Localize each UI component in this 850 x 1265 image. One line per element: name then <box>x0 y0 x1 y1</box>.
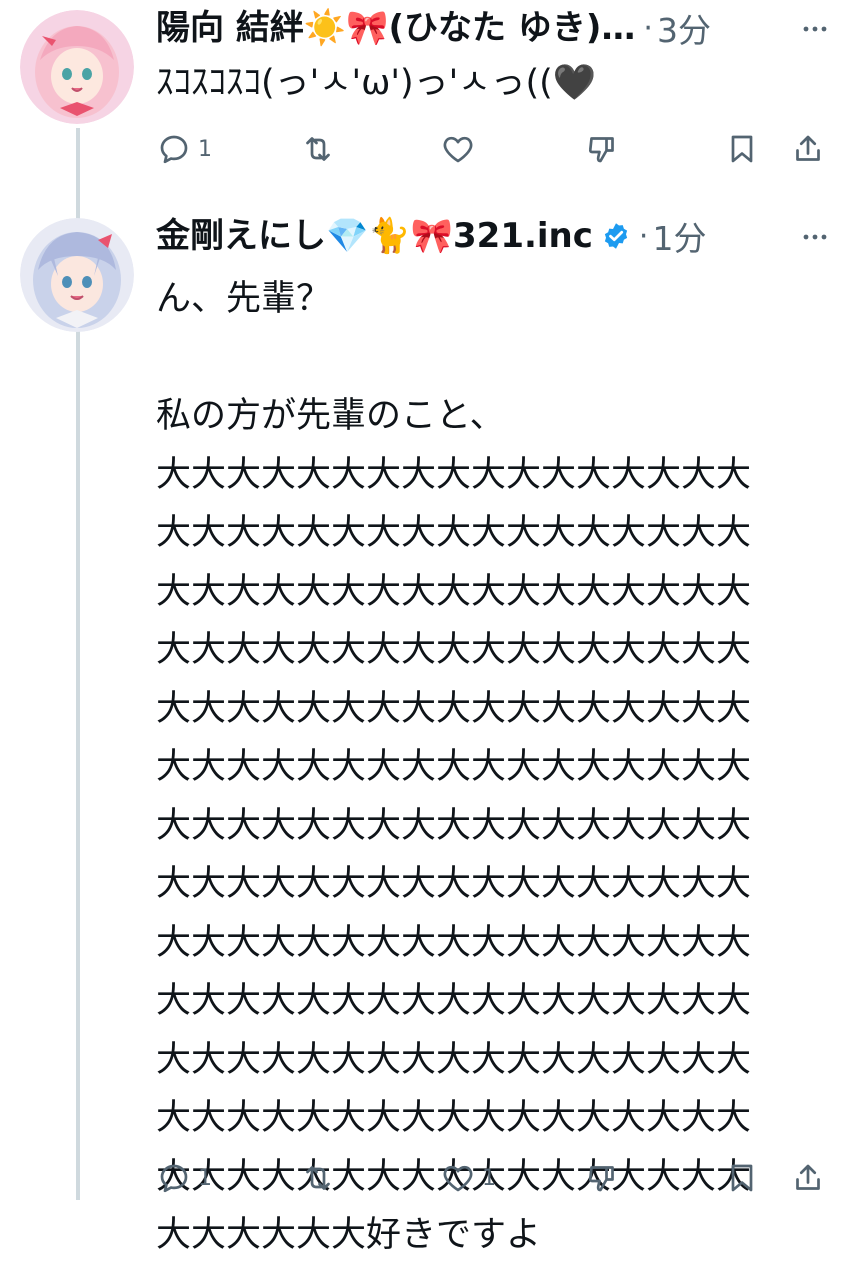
action-bar: 1 <box>156 124 830 174</box>
reply-count: 1 <box>198 136 212 162</box>
share-button[interactable] <box>790 124 826 174</box>
author-name[interactable]: 陽向 結絆☀️🎀(ひなた ゆき)… <box>156 0 635 56</box>
like-button[interactable] <box>440 124 482 174</box>
reply-button[interactable]: 1 <box>156 124 212 174</box>
reply-button[interactable]: 1 <box>156 1153 212 1203</box>
retweet-icon <box>306 137 330 161</box>
dislike-button[interactable] <box>584 124 620 174</box>
author-name[interactable]: 金剛えにし💎🐈🎀321.inc <box>156 208 593 264</box>
share-button[interactable] <box>790 1153 826 1203</box>
reply-icon <box>160 135 188 164</box>
tweet-text: ん、先輩？ 私の方が先輩のこと、 大大大大大大大大大大大大大大大大大 大大大大大… <box>156 279 752 1255</box>
dislike-icon <box>588 1166 614 1192</box>
more-icon[interactable] <box>800 222 830 252</box>
tweet-text: ｽｺｽｺｽｺ(っ'ㅅ'ω')っ'ㅅっ((🖤 <box>156 63 597 103</box>
bookmark-icon <box>731 1164 753 1192</box>
separator-dot: · <box>638 218 649 254</box>
heart-icon <box>443 1165 473 1192</box>
tweet-1[interactable]: 陽向 結絆☀️🎀(ひなた ゆき)… · 3分 ｽｺｽｺｽｺ(っ'ㅅ'ω')っ'ㅅ… <box>0 0 850 200</box>
bookmark-button[interactable] <box>724 124 760 174</box>
retweet-icon <box>306 1166 330 1190</box>
bookmark-button[interactable] <box>724 1153 760 1203</box>
verified-badge-icon <box>604 223 628 249</box>
like-count: 1 <box>482 1165 496 1191</box>
avatar[interactable] <box>20 10 134 124</box>
more-icon[interactable] <box>800 14 830 44</box>
avatar-pink-hair-girl-icon <box>20 10 134 124</box>
reply-count: 1 <box>198 1165 212 1191</box>
avatar-silver-hair-girl-icon <box>20 218 134 332</box>
tweet-2[interactable]: 金剛えにし💎🐈🎀321.inc · 1分 ん、先輩？ 私の方が先輩のこと、 大大… <box>0 208 850 1255</box>
reply-icon <box>160 1164 188 1193</box>
dislike-icon <box>588 137 614 163</box>
share-icon <box>796 135 820 161</box>
retweet-button[interactable] <box>300 124 342 174</box>
dislike-button[interactable] <box>584 1153 620 1203</box>
like-button[interactable]: 1 <box>440 1153 496 1203</box>
retweet-button[interactable] <box>300 1153 342 1203</box>
action-bar: 1 1 <box>156 1153 830 1203</box>
bookmark-icon <box>731 135 753 163</box>
share-icon <box>796 1164 820 1190</box>
avatar[interactable] <box>20 218 134 332</box>
timestamp[interactable]: 1分 <box>652 212 706 260</box>
timestamp[interactable]: 3分 <box>657 4 711 52</box>
heart-icon <box>443 136 473 163</box>
separator-dot: · <box>643 10 653 46</box>
